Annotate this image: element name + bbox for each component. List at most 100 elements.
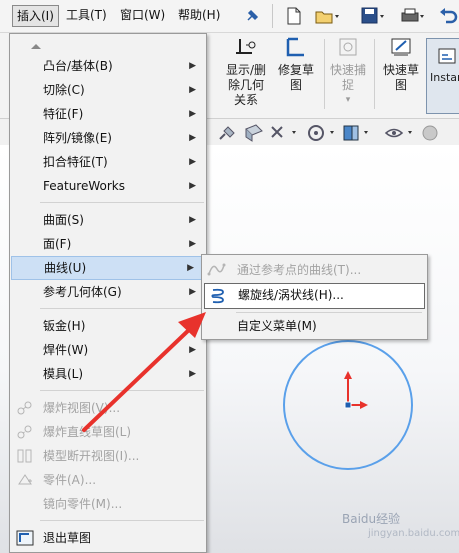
menu-item-face[interactable]: 面(F) ▶ bbox=[10, 232, 206, 256]
submenu-arrow-icon: ▶ bbox=[189, 287, 196, 297]
menu-item-surface[interactable]: 曲面(S) ▶ bbox=[10, 208, 206, 232]
curve-submenu: 通过参考点的曲线(T)... 螺旋线/涡状线(H)... 自定义菜单(M) bbox=[201, 254, 428, 340]
submenu-item-curve-through-reference-points[interactable]: 通过参考点的曲线(T)... bbox=[202, 257, 427, 283]
menu-window[interactable]: 窗口(W) bbox=[116, 5, 169, 27]
menu-item-label: 特征(F) bbox=[43, 107, 84, 121]
menu-separator bbox=[40, 202, 204, 203]
menu-item-label: FeatureWorks bbox=[43, 179, 125, 193]
menu-item-label: 焊件(W) bbox=[43, 343, 89, 357]
menu-help[interactable]: 帮助(H) bbox=[174, 5, 224, 27]
insert-menu-dropdown: 凸台/基体(B) ▶ 切除(C) ▶ 特征(F) ▶ 阵列/镜像(E) ▶ 扣合… bbox=[9, 33, 207, 553]
submenu-item-label: 通过参考点的曲线(T)... bbox=[237, 263, 362, 277]
submenu-arrow-icon: ▶ bbox=[189, 239, 196, 249]
quick-snaps-button[interactable]: 快速捕 捉 ▾ bbox=[321, 35, 375, 107]
quick-snaps-label-2: 捉 bbox=[341, 78, 354, 92]
baidu-watermark: Baidu经验 bbox=[342, 512, 401, 526]
menu-insert[interactable]: 插入(I) bbox=[12, 5, 59, 27]
menu-item-features[interactable]: 特征(F) ▶ bbox=[10, 102, 206, 126]
scroll-up-icon[interactable] bbox=[30, 42, 42, 50]
submenu-item-label: 螺旋线/涡状线(H)... bbox=[238, 288, 344, 302]
baidu-watermark-url: jingyan.baidu.com bbox=[368, 528, 459, 539]
quick-snaps-dropdown-icon: ▾ bbox=[345, 95, 351, 105]
menu-divider bbox=[272, 4, 273, 28]
instant2d-icon bbox=[438, 48, 456, 64]
menu-item-reference-geometry[interactable]: 参考几何体(G) ▶ bbox=[10, 280, 206, 304]
undo-icon[interactable] bbox=[438, 6, 458, 26]
instant2d-label: Instan bbox=[430, 71, 459, 84]
repair-sketch-button[interactable]: 修复草 图 bbox=[269, 35, 323, 92]
menu-item-label: 零件(A)... bbox=[43, 473, 97, 487]
submenu-arrow-icon: ▶ bbox=[189, 133, 196, 143]
menu-item-label: 曲线(U) bbox=[44, 261, 87, 275]
exploded-view-icon bbox=[17, 401, 32, 415]
menu-item-label: 模型断开视图(I)... bbox=[43, 449, 140, 463]
menu-item-model-break-view[interactable]: 模型断开视图(I)... bbox=[10, 444, 206, 468]
menu-item-part[interactable]: 零件(A)... bbox=[10, 468, 206, 492]
submenu-arrow-icon: ▶ bbox=[189, 181, 196, 191]
model-break-view-icon bbox=[17, 449, 32, 463]
submenu-item-label: 自定义菜单(M) bbox=[237, 319, 317, 333]
display-relations-label-2: 除几何 bbox=[227, 78, 264, 92]
submenu-arrow-icon: ▶ bbox=[189, 85, 196, 95]
y-axis-arrowhead bbox=[344, 371, 352, 379]
exit-sketch-icon bbox=[16, 530, 34, 546]
submenu-arrow-icon: ▶ bbox=[189, 109, 196, 119]
display-delete-relations-button[interactable]: 显示/删 除几何 关系 bbox=[219, 35, 273, 107]
menu-item-cut[interactable]: 切除(C) ▶ bbox=[10, 78, 206, 102]
pin-icon[interactable] bbox=[244, 8, 260, 24]
rapid-sketch-icon bbox=[391, 38, 411, 56]
rapid-sketch-button[interactable]: 快速草 图 bbox=[374, 35, 428, 92]
x-axis-arrowhead bbox=[360, 401, 368, 409]
rapid-sketch-label-2: 图 bbox=[394, 78, 407, 92]
menu-item-label: 爆炸视图(V)... bbox=[43, 401, 121, 415]
instant2d-button[interactable]: Instan bbox=[426, 38, 459, 114]
menu-item-pattern-mirror[interactable]: 阵列/镜像(E) ▶ bbox=[10, 126, 206, 150]
menu-item-label: 镜向零件(M)... bbox=[43, 497, 123, 511]
menu-item-curve[interactable]: 曲线(U) ▶ bbox=[11, 256, 205, 280]
menu-item-label: 模具(L) bbox=[43, 367, 84, 381]
menu-item-fastening-feature[interactable]: 扣合特征(T) ▶ bbox=[10, 150, 206, 174]
rapid-sketch-label-1: 快速草 bbox=[382, 63, 419, 77]
menu-item-boss-base[interactable]: 凸台/基体(B) ▶ bbox=[10, 54, 206, 78]
curve-through-points-icon bbox=[207, 263, 226, 276]
submenu-arrow-icon: ▶ bbox=[189, 345, 196, 355]
new-document-icon[interactable] bbox=[284, 6, 304, 26]
menu-item-mirror-part[interactable]: 镜向零件(M)... bbox=[10, 492, 206, 516]
display-relations-label-1: 显示/删 bbox=[225, 63, 267, 77]
menu-item-label: 扣合特征(T) bbox=[43, 155, 108, 169]
display-relations-icon bbox=[236, 39, 256, 54]
submenu-item-customize-menu[interactable]: 自定义菜单(M) bbox=[202, 313, 427, 339]
open-folder-icon[interactable] bbox=[314, 6, 342, 26]
menu-item-molds[interactable]: 模具(L) ▶ bbox=[10, 362, 206, 386]
print-icon[interactable] bbox=[400, 6, 426, 26]
menu-item-sheet-metal[interactable]: 钣金(H) ▶ bbox=[10, 314, 206, 338]
repair-sketch-label-2: 图 bbox=[289, 78, 302, 92]
repair-sketch-label-1: 修复草 bbox=[277, 63, 314, 77]
menu-item-label: 退出草图 bbox=[43, 531, 92, 545]
quick-snaps-icon bbox=[339, 38, 357, 56]
display-relations-label-3: 关系 bbox=[233, 93, 258, 107]
view-tools-icon[interactable] bbox=[216, 123, 456, 143]
menu-item-exploded-view[interactable]: 爆炸视图(V)... bbox=[10, 396, 206, 420]
submenu-arrow-icon: ▶ bbox=[189, 369, 196, 379]
menu-item-featureworks[interactable]: FeatureWorks ▶ bbox=[10, 174, 206, 198]
insert-part-icon bbox=[18, 474, 32, 485]
submenu-arrow-icon: ▶ bbox=[189, 61, 196, 71]
menu-item-label: 参考几何体(G) bbox=[43, 285, 122, 299]
submenu-arrow-icon: ▶ bbox=[189, 215, 196, 225]
submenu-arrow-icon: ▶ bbox=[187, 263, 194, 273]
menu-item-weldments[interactable]: 焊件(W) ▶ bbox=[10, 338, 206, 362]
origin-point[interactable] bbox=[344, 401, 352, 409]
menu-item-explode-line-sketch[interactable]: 爆炸直线草图(L) bbox=[10, 420, 206, 444]
submenu-item-helix-spiral[interactable]: 螺旋线/涡状线(H)... bbox=[204, 283, 425, 309]
menu-item-label: 钣金(H) bbox=[43, 319, 86, 333]
menu-tools[interactable]: 工具(T) bbox=[62, 5, 111, 27]
menu-item-label: 面(F) bbox=[43, 237, 72, 251]
menu-item-label: 切除(C) bbox=[43, 83, 85, 97]
repair-sketch-icon bbox=[286, 37, 304, 57]
menu-separator bbox=[40, 520, 204, 521]
save-icon[interactable] bbox=[360, 6, 386, 26]
helix-spiral-icon bbox=[211, 288, 224, 304]
explode-line-sketch-icon bbox=[17, 425, 32, 439]
menu-item-exit-sketch[interactable]: 退出草图 bbox=[10, 526, 206, 550]
